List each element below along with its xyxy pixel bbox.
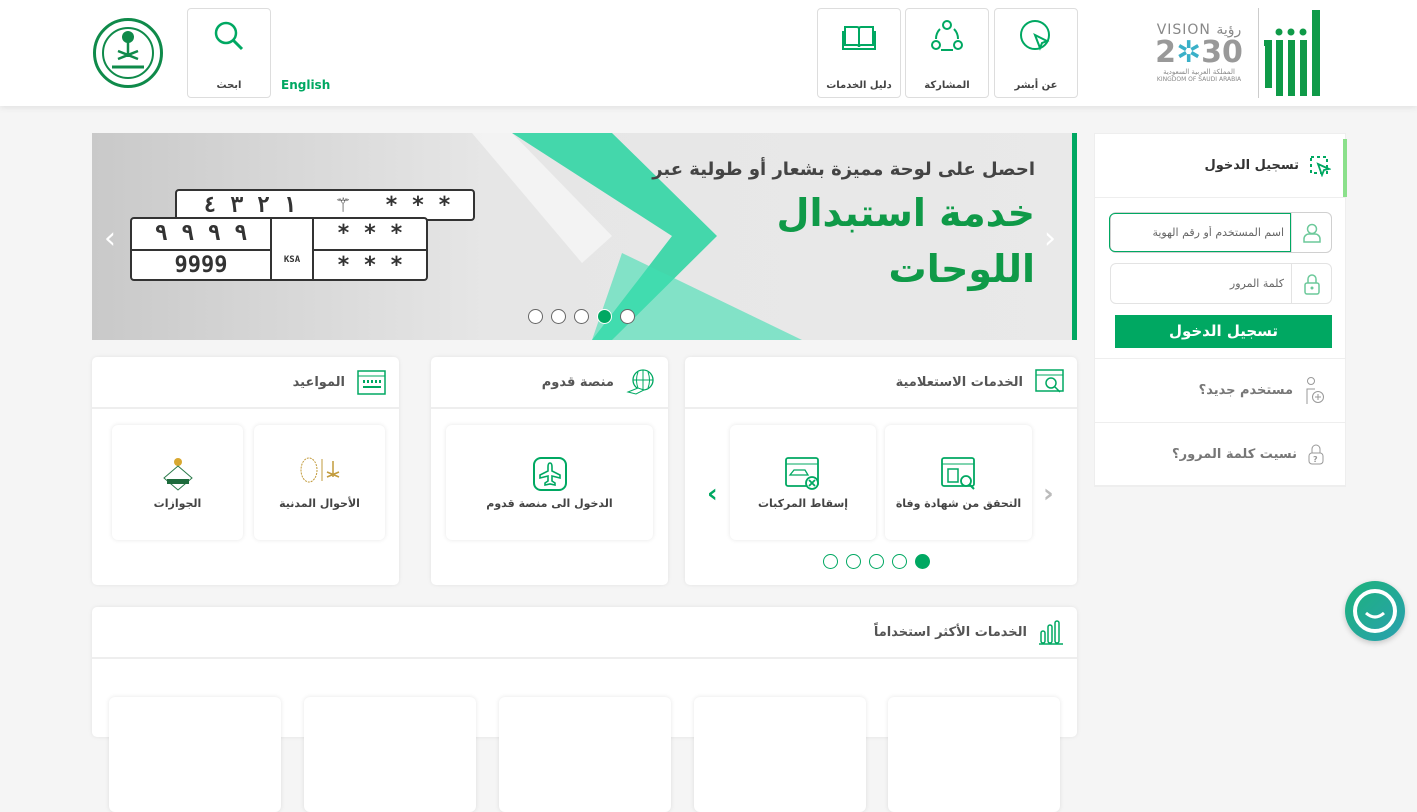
inquiry-prev-arrow[interactable]: ‹ — [707, 479, 718, 509]
banner-dot[interactable] — [574, 309, 589, 324]
page-dot[interactable] — [892, 554, 907, 569]
new-user-link[interactable]: مستخدم جديد؟ — [1095, 358, 1345, 422]
add-user-icon — [1306, 376, 1324, 404]
nav-about-absher[interactable]: عن أبشر — [994, 8, 1078, 98]
password-field[interactable] — [1110, 263, 1332, 304]
appointments-card: المواعيد الأحوال المدنية الجوازات — [92, 357, 399, 585]
card-title: الخدمات الأكثر استخداماً — [873, 624, 1027, 640]
nav-label: عن أبشر — [1014, 80, 1058, 91]
civil-affairs-logo — [295, 457, 345, 493]
banner-pagination — [524, 309, 639, 328]
svg-text:?: ? — [1313, 455, 1318, 464]
banner-dot[interactable] — [620, 309, 635, 324]
login-title: تسجيل الدخول — [1204, 158, 1299, 173]
plate-digits-ar: ٩ ٩ ٩ ٩ — [132, 219, 270, 251]
service-tile-death-certificate[interactable]: التحقق من شهادة وفاة — [885, 425, 1032, 540]
inquiry-pagination — [819, 554, 934, 573]
globe-plane-icon — [626, 369, 654, 395]
plate-stars: * * * — [336, 253, 404, 278]
passports-logo — [162, 458, 193, 491]
most-used-tile[interactable] — [499, 697, 671, 812]
service-tile-vehicle-drop[interactable]: إسقاط المركبات — [730, 425, 876, 540]
inquiry-services-card: الخدمات الاستعلامية التحقق من شهادة وفاة… — [685, 357, 1077, 585]
most-used-services-card: الخدمات الأكثر استخداماً — [92, 607, 1077, 812]
chat-bot-icon — [1353, 589, 1397, 633]
plate-digits-en: 9999 — [174, 253, 228, 278]
search-label: ابحث — [216, 80, 242, 91]
card-title: منصة قدوم — [541, 374, 614, 390]
login-submit-button[interactable]: تسجيل الدخول — [1115, 315, 1332, 348]
banner-dot[interactable] — [551, 309, 566, 324]
new-user-label: مستخدم جديد؟ — [1198, 383, 1293, 398]
lock-question-icon: ? — [1308, 444, 1324, 465]
tile-label: الدخول الى منصة قدوم — [486, 497, 613, 510]
plate-stars: * * * — [384, 192, 452, 218]
banner-next-arrow[interactable]: › — [1044, 221, 1056, 256]
arrival-platform-card: منصة قدوم الدخول الى منصة قدوم — [431, 357, 668, 585]
bar-chart-icon — [1039, 620, 1063, 645]
user-icon — [1302, 223, 1321, 243]
plate-stars: * * * — [314, 219, 426, 251]
lock-icon — [1303, 273, 1320, 295]
banner-dot[interactable] — [528, 309, 543, 324]
inquiry-next-arrow[interactable]: › — [1043, 479, 1054, 509]
service-tile-arrival-login[interactable]: الدخول الى منصة قدوم — [446, 425, 653, 540]
share-people-icon — [931, 20, 963, 51]
most-used-tile[interactable] — [888, 697, 1060, 812]
most-used-tile[interactable] — [304, 697, 476, 812]
login-panel: تسجيل الدخول تسجيل الدخول مستخدم جديد؟ ?… — [1094, 133, 1347, 487]
calendar-icon — [357, 370, 386, 395]
cursor-select-icon — [1310, 155, 1331, 177]
banner-title-line1: خدمة استبدال — [776, 191, 1035, 235]
browser-search-icon — [1035, 369, 1064, 393]
chat-assistant-button[interactable] — [1345, 581, 1405, 641]
banner-accent-bar — [1072, 133, 1077, 340]
most-used-tile[interactable] — [109, 697, 281, 812]
nav-services-guide[interactable]: دليل الخدمات — [817, 8, 901, 98]
tile-label: إسقاط المركبات — [757, 497, 849, 510]
card-title: الخدمات الاستعلامية — [895, 374, 1023, 390]
service-tile-passports[interactable]: الجوازات — [112, 425, 243, 540]
tile-label: الأحوال المدنية — [279, 497, 360, 510]
page-dot[interactable] — [846, 554, 861, 569]
vision-2030-logo: VISION رؤية 2✲30 المملكة العربية السعودي… — [1155, 22, 1243, 83]
search-button[interactable]: ابحث — [187, 8, 271, 98]
absher-logo[interactable] — [1262, 10, 1324, 98]
page-dot-active[interactable] — [915, 554, 930, 569]
username-field[interactable] — [1109, 212, 1332, 253]
nav-participation[interactable]: المشاركة — [905, 8, 989, 98]
forgot-password-label: نسيت كلمة المرور؟ — [1172, 446, 1297, 462]
most-used-tile[interactable] — [694, 697, 866, 812]
tile-label: التحقق من شهادة وفاة — [895, 497, 1022, 510]
car-remove-icon — [785, 457, 819, 490]
book-icon — [842, 26, 876, 50]
cursor-circle-icon — [1020, 20, 1050, 51]
password-input[interactable] — [1110, 264, 1290, 303]
username-input[interactable] — [1109, 213, 1291, 252]
banner-title-line2: اللوحات — [888, 247, 1035, 291]
service-tile-civil-affairs[interactable]: الأحوال المدنية — [254, 425, 385, 540]
language-switch[interactable]: English — [281, 78, 330, 92]
login-tab-indicator — [1343, 139, 1347, 197]
banner-subtitle: احصل على لوحة مميزة بشعار أو طولية عبر — [652, 159, 1035, 180]
banner-prev-arrow[interactable]: ‹ — [104, 221, 116, 256]
ministry-emblem — [93, 18, 163, 88]
nav-label: المشاركة — [924, 80, 970, 91]
document-search-icon — [940, 457, 975, 490]
site-header: VISION رؤية 2✲30 المملكة العربية السعودي… — [0, 0, 1417, 106]
page-dot[interactable] — [869, 554, 884, 569]
logo-divider — [1258, 8, 1259, 98]
plate-image: ١ ٢ ٣ ٤ ⚚ * * * ٩ ٩ ٩ ٩ 9999 KSA * * * * *… — [130, 189, 480, 284]
nav-label: دليل الخدمات — [826, 80, 892, 91]
page-dot[interactable] — [823, 554, 838, 569]
airplane-icon — [532, 457, 567, 491]
tile-label: الجوازات — [153, 497, 202, 510]
search-icon — [214, 21, 244, 51]
promo-banner[interactable]: ١ ٢ ٣ ٤ ⚚ * * * ٩ ٩ ٩ ٩ 9999 KSA * * * * *… — [92, 133, 1077, 340]
card-title: المواعيد — [292, 374, 345, 390]
plate-digits: ١ ٢ ٣ ٤ — [203, 192, 297, 218]
forgot-password-link[interactable]: ? نسيت كلمة المرور؟ — [1095, 422, 1345, 486]
banner-dot-active[interactable] — [597, 309, 612, 324]
plate-ksa: KSA — [270, 219, 314, 281]
